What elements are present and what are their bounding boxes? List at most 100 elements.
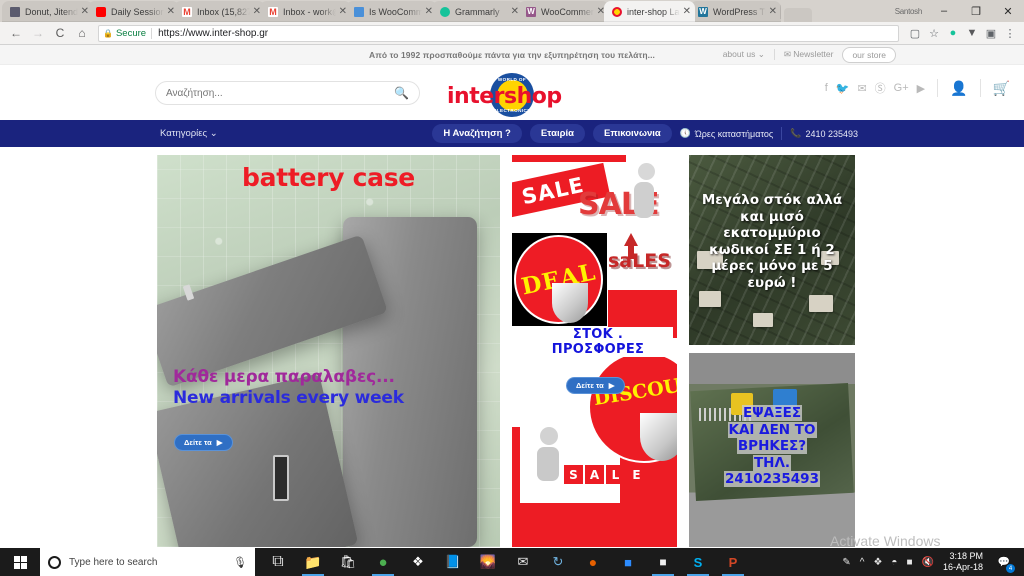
nav-store-hours[interactable]: 🕔 Ώρες καταστήματος <box>680 128 773 139</box>
figure-body <box>634 182 654 218</box>
googleplus-icon[interactable]: G+ <box>894 82 909 94</box>
wifi-icon[interactable]: ◓ <box>891 557 897 568</box>
dropbox-tray-icon[interactable]: ❖ <box>873 557 882 568</box>
browser-tab-3[interactable]: M Inbox - work@ ✕ <box>260 1 351 22</box>
address-bar[interactable]: 🔒 Secure https://www.inter-shop.gr <box>98 24 899 42</box>
page-icon <box>354 6 364 17</box>
sale-banner[interactable]: SALE SALE DEAL saLES S A L E DISCOUNT ΣΤ… <box>512 155 677 547</box>
tab-label: Donut, Jitender <box>25 6 78 17</box>
promo-phone-text: ΕΨΑΞΕΣ ΚΑΙ ΔΕΝ ΤΟ ΒΡΗΚΕΣ? ΤΗΛ. 241023549… <box>699 405 845 488</box>
task-view-icon[interactable]: ⧉ <box>261 548 295 576</box>
hero-banner[interactable]: battery case Κάθε μερα παραλαβες... New … <box>157 155 500 547</box>
taskbar-clock[interactable]: 3:18 PM 16-Apr-18 <box>943 551 983 573</box>
browser-tab-0[interactable]: Donut, Jitender ✕ <box>2 1 93 22</box>
pinterest-icon[interactable]: Ⓢ <box>875 80 886 96</box>
sale-cta-button[interactable]: Δείτε τα ▶ <box>566 377 625 394</box>
search-icon[interactable]: 🔍 <box>394 86 409 100</box>
volume-muted-icon[interactable]: 🔇 <box>922 557 934 568</box>
notification-center-icon[interactable]: 💬 4 <box>992 548 1016 576</box>
maximize-icon[interactable]: ❐ <box>960 0 992 22</box>
newsletter-link[interactable]: ✉ Newsletter <box>784 49 834 60</box>
taskbar-search-box[interactable]: Type here to search 🎙 <box>40 548 255 576</box>
teamviewer-icon[interactable]: ↻ <box>541 548 575 576</box>
nav-search-link[interactable]: Η Αναζήτηση ? <box>432 124 522 143</box>
browser-tab-4[interactable]: Is WooCommer ✕ <box>346 1 437 22</box>
reload-icon[interactable]: C <box>50 23 70 43</box>
microsoft-store-icon[interactable]: 🛍 <box>331 548 365 576</box>
wordpress-icon: W <box>526 6 536 17</box>
close-icon[interactable]: ✕ <box>992 0 1024 22</box>
browser-window: Donut, Jitender ✕ Daily Session | ✕ M In… <box>0 0 1024 548</box>
browser-tab-2[interactable]: M Inbox (15,827) ✕ <box>174 1 265 22</box>
file-explorer-icon[interactable]: 📁 <box>296 548 330 576</box>
clock-time: 3:18 PM <box>949 551 983 561</box>
show-hidden-icons-icon[interactable]: ^ <box>860 557 865 568</box>
user-icon[interactable]: 👤 <box>950 80 967 97</box>
tab-close-icon[interactable]: ✕ <box>683 6 691 17</box>
promo-banner-phone[interactable]: ΕΨΑΞΕΣ ΚΑΙ ΔΕΝ ΤΟ ΒΡΗΚΕΣ? ΤΗΛ. 241023549… <box>689 353 855 547</box>
nav-company-link[interactable]: Εταιρία <box>529 124 585 143</box>
nav-categories[interactable]: Κατηγορίες ⌄ <box>160 128 218 139</box>
translate-icon[interactable]: ▢ <box>907 25 923 41</box>
discount-sticker: DISCOUNT <box>588 351 677 469</box>
browser-tab-7-active[interactable]: inter-shop Lari ✕ <box>604 1 695 22</box>
site-logo[interactable]: WORLD OF ELECTRONICS intershop <box>447 73 569 119</box>
tab-label: inter-shop Lari <box>627 6 680 17</box>
browser-tab-5[interactable]: Grammarly ✕ <box>432 1 523 22</box>
system-tray: ✎ ^ ❖ ◓ ■ 🔇 3:18 PM 16-Apr-18 💬 4 <box>842 548 1024 576</box>
figure-head <box>638 163 655 180</box>
mail-icon[interactable]: ✉ <box>506 548 540 576</box>
hero-title: battery case <box>242 163 415 192</box>
pen-icon[interactable]: ✎ <box>842 557 850 568</box>
sticky-notes-icon[interactable]: ■ <box>646 548 680 576</box>
dropbox-icon[interactable]: ❖ <box>401 548 435 576</box>
hero-cta-button[interactable]: Δείτε τα ▶ <box>174 434 233 451</box>
youtube-icon[interactable]: ▶ <box>917 82 925 95</box>
search-box[interactable]: 🔍 <box>155 81 420 105</box>
bookmark-star-icon[interactable]: ☆ <box>926 25 942 41</box>
gmail-icon: M <box>268 6 278 17</box>
basket-icon[interactable]: 🛒 <box>993 80 1010 97</box>
browser-tab-1[interactable]: Daily Session | ✕ <box>88 1 179 22</box>
logo-word-shop: shop <box>504 84 562 109</box>
email-icon[interactable]: ✉ <box>857 82 866 95</box>
nav-right: Η Αναζήτηση ? Εταιρία Επικοινωνια 🕔 Ώρες … <box>432 124 1024 143</box>
hero-line-2: New arrivals every week <box>173 388 404 408</box>
taskbar-search-placeholder: Type here to search <box>69 556 158 568</box>
secure-label: Secure <box>115 27 147 39</box>
nav-phone[interactable]: 📞 2410 235493 <box>790 128 858 139</box>
our-store-button[interactable]: our store <box>842 46 896 63</box>
battery-icon[interactable]: ■ <box>906 557 912 568</box>
back-icon[interactable]: ← <box>6 23 26 43</box>
forward-icon[interactable]: → <box>28 23 48 43</box>
facebook-icon[interactable]: f <box>825 82 828 94</box>
browser-tab-8[interactable]: W WordPress The ✕ <box>690 1 781 22</box>
search-input[interactable] <box>166 87 395 99</box>
chrome-icon[interactable]: ● <box>366 548 400 576</box>
tab-close-icon[interactable]: ✕ <box>769 6 777 17</box>
firefox-icon[interactable]: ● <box>576 548 610 576</box>
tab-label: Daily Session | <box>111 6 164 17</box>
chrome-menu-icon[interactable]: ⋮ <box>1002 25 1018 41</box>
hash-icon <box>10 6 20 17</box>
sale-headline: ΣΤΟΚ . ΠΡΟΣΦΟΡΕΣ <box>523 327 673 357</box>
skype-icon[interactable]: S <box>681 548 715 576</box>
screenshot-icon[interactable]: ▣ <box>983 25 999 41</box>
twitter-icon[interactable]: 🐦 <box>836 82 850 95</box>
new-tab-button[interactable] <box>784 8 812 22</box>
promo-banner-stock[interactable]: Μεγάλο στόκ αλλά και μισό εκατομμύριο κω… <box>689 155 855 345</box>
logo-word-inter: inter <box>447 84 505 109</box>
zoom-icon[interactable]: ■ <box>611 548 645 576</box>
microphone-icon[interactable]: 🎙 <box>233 556 247 569</box>
photo-app-icon[interactable]: 🌄 <box>471 548 505 576</box>
nav-contact-link[interactable]: Επικοινωνια <box>593 124 672 143</box>
book-icon[interactable]: 📘 <box>436 548 470 576</box>
about-us-link[interactable]: about us ⌄ <box>723 49 765 60</box>
pocket-icon[interactable]: ▼ <box>964 25 980 41</box>
powerpoint-icon[interactable]: P <box>716 548 750 576</box>
grammarly-icon[interactable]: ● <box>945 25 961 41</box>
windows-start-icon[interactable] <box>0 548 40 576</box>
home-icon[interactable]: ⌂ <box>72 23 92 43</box>
minimize-icon[interactable]: – <box>928 0 960 22</box>
browser-tab-6[interactable]: W WooCommerce ✕ <box>518 1 609 22</box>
